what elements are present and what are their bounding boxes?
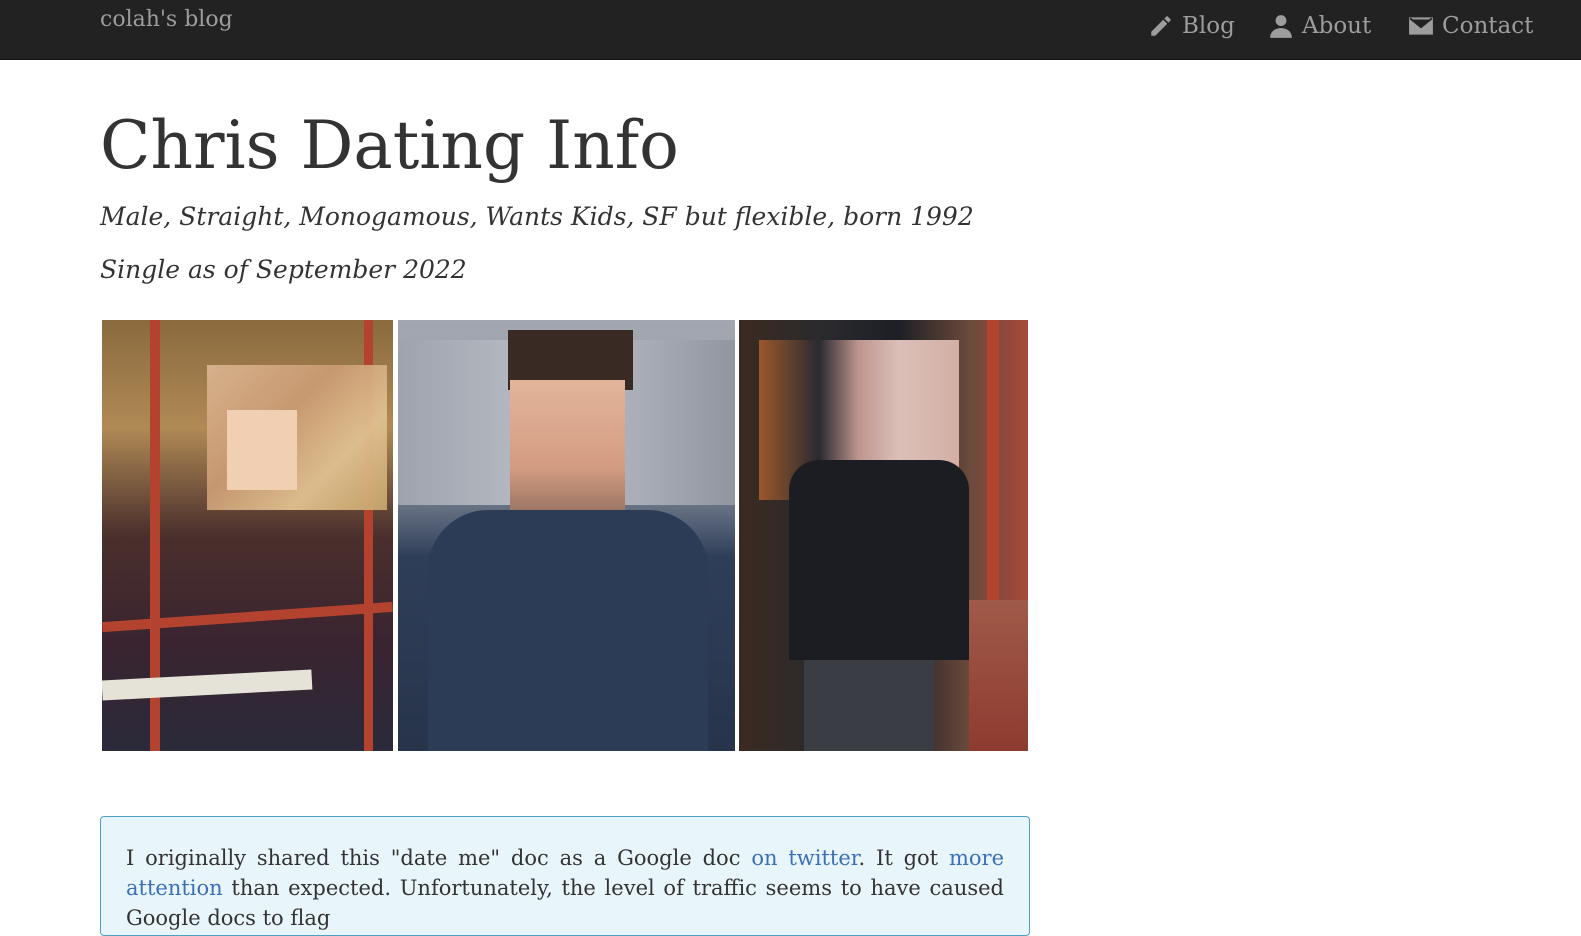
top-navbar: colah's blog Blog About Contact: [0, 0, 1581, 60]
notice-text: I originally shared this "date me" doc a…: [126, 846, 752, 870]
envelope-icon: [1409, 17, 1433, 35]
relationship-status: Single as of September 2022: [100, 255, 467, 284]
notice-text: than expected. Unfortunately, the level …: [126, 876, 1004, 930]
page-title: Chris Dating Info: [100, 107, 679, 184]
photo-black-tshirt: [739, 320, 1028, 751]
nav-item-label: About: [1302, 13, 1372, 39]
nav-item-label: Blog: [1182, 13, 1235, 39]
nav-item-contact[interactable]: Contact: [1408, 10, 1533, 42]
notice-text: . It got: [858, 846, 949, 870]
twitter-link[interactable]: on twitter: [751, 846, 858, 870]
nav-item-label: Contact: [1442, 13, 1534, 39]
brand-link[interactable]: colah's blog: [100, 7, 233, 32]
photo-sitting-with-book: [102, 320, 393, 751]
profile-summary: Male, Straight, Monogamous, Wants Kids, …: [100, 202, 974, 231]
nav-item-about[interactable]: About: [1268, 10, 1371, 42]
photo-blue-shirt: [398, 320, 735, 751]
notice-box: I originally shared this "date me" doc a…: [100, 816, 1030, 936]
nav-item-blog[interactable]: Blog: [1148, 10, 1235, 42]
pencil-icon: [1151, 16, 1171, 36]
photo-collage: [102, 320, 1028, 751]
user-icon: [1270, 15, 1292, 38]
